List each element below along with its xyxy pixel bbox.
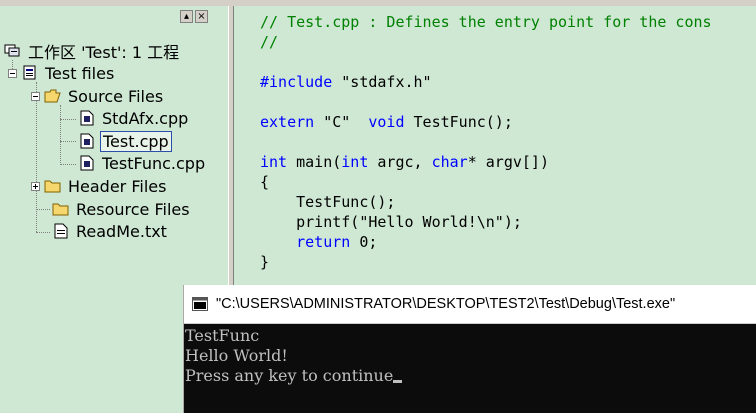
tree-project[interactable]: Test files (8, 62, 116, 84)
cpp-file-icon (80, 110, 94, 126)
console-title-bar[interactable]: "C:\USERS\ADMINISTRATOR\DESKTOP\TEST2\Te… (184, 285, 756, 324)
workspace-icon (4, 44, 20, 57)
code-token: // Test.cpp : Defines the entry point fo… (260, 13, 712, 31)
tree-line (36, 232, 50, 233)
console-title: "C:\USERS\ADMINISTRATOR\DESKTOP\TEST2\Te… (216, 296, 676, 312)
code-token: { (260, 173, 270, 191)
tree-file-stdafx[interactable]: StdAfx.cpp (78, 107, 190, 129)
text-file-icon (54, 223, 68, 239)
workspace-title: 工作区 'Test': 1 工程 (28, 43, 180, 62)
text-cursor (393, 380, 403, 383)
expand-toggle[interactable] (31, 181, 40, 191)
code-line: extern "C" void TestFunc(); (260, 113, 513, 131)
file-label: TestFunc.cpp (102, 153, 206, 173)
folder-label: Header Files (68, 176, 167, 196)
project-label: Test files (45, 63, 115, 83)
cpp-file-icon (80, 155, 94, 171)
console-window[interactable]: "C:\USERS\ADMINISTRATOR\DESKTOP\TEST2\Te… (183, 285, 756, 413)
code-line: return 0; (260, 233, 377, 251)
code-text: // Test.cpp : Defines the entry point fo… (260, 12, 712, 272)
console-line: Press any key to continue (185, 366, 394, 385)
folder-icon (52, 203, 69, 216)
project-icon (23, 65, 36, 80)
tree-line (60, 105, 61, 165)
code-token: int (260, 153, 288, 171)
tree-file-test[interactable]: Test.cpp (78, 130, 172, 152)
open-folder-icon (44, 89, 61, 103)
folder-icon (44, 180, 61, 193)
file-label: StdAfx.cpp (102, 108, 189, 128)
code-token: } (260, 253, 270, 271)
folder-label: Source Files (68, 86, 164, 106)
tree-file-testfunc[interactable]: TestFunc.cpp (78, 152, 207, 174)
code-token: printf("Hello World!\n"); (260, 213, 522, 231)
file-label-selected: Test.cpp (100, 130, 172, 152)
code-line: int main(int argc, char* argv[]) (260, 153, 549, 171)
cpp-file-icon (80, 133, 94, 149)
tree-line (60, 141, 76, 142)
console-icon (192, 297, 208, 311)
pane-minimize-button[interactable]: ▴ (180, 10, 193, 23)
code-token: main( (287, 153, 342, 171)
tree-line (60, 164, 76, 165)
tree-line (60, 119, 76, 120)
console-line: Hello World! (185, 346, 288, 365)
tree-folder-header[interactable]: Header Files (31, 175, 168, 197)
code-token: "stdafx.h" (332, 73, 432, 91)
code-token: int (341, 153, 369, 171)
code-token: return (296, 233, 351, 251)
code-token: char (431, 153, 468, 171)
pane-close-button[interactable]: × (195, 10, 208, 23)
code-line: #include "stdafx.h" (260, 73, 432, 91)
code-token: argc, (368, 153, 432, 171)
pane-buttons: ▴ × (180, 10, 208, 23)
tree-file-readme[interactable]: ReadMe.txt (52, 220, 169, 242)
code-line: // Test.cpp : Defines the entry point fo… (260, 13, 712, 31)
code-token: * argv[]) (467, 153, 549, 171)
collapse-toggle[interactable] (31, 91, 40, 101)
code-token: #include (260, 73, 333, 91)
console-line: TestFunc (185, 326, 260, 345)
code-line: TestFunc(); (260, 193, 395, 211)
code-token: "C" (314, 113, 369, 131)
code-token: TestFunc(); (260, 193, 396, 211)
code-line: printf("Hello World!\n"); (260, 213, 522, 231)
code-token: extern (260, 113, 315, 131)
file-label: ReadMe.txt (76, 221, 167, 241)
folder-label: Resource Files (76, 199, 190, 219)
code-line: { (260, 173, 269, 191)
collapse-toggle[interactable] (8, 68, 17, 78)
tree-folder-source[interactable]: Source Files (31, 85, 165, 107)
code-token: TestFunc(); (404, 113, 513, 131)
code-token: void (368, 113, 405, 131)
tree-folder-resource[interactable]: Resource Files (52, 198, 192, 220)
code-token: // (260, 33, 279, 51)
code-line: } (260, 253, 269, 271)
tree-workspace-root[interactable]: 工作区 'Test': 1 工程 (4, 40, 181, 62)
code-token: 0; (350, 233, 378, 251)
tree-line (36, 209, 50, 210)
code-line: // (260, 33, 278, 51)
console-output: TestFunc Hello World! Press any key to c… (184, 324, 756, 386)
